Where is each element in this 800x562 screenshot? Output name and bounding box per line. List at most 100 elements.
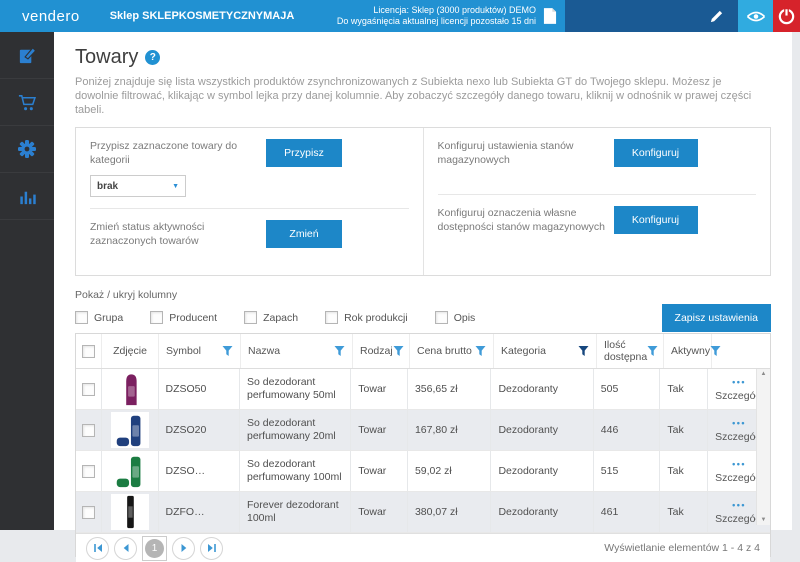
- last-page-icon: [207, 543, 217, 553]
- cell-name: So dezodorant perfumowany 50ml: [240, 369, 351, 409]
- columns-toggle-label: Pokaż / ukryj kolumny: [75, 289, 771, 301]
- row-checkbox-cell: [76, 369, 102, 409]
- assign-button[interactable]: Przypisz: [266, 139, 342, 167]
- table-scrollbar[interactable]: ▲ ▼: [756, 369, 770, 525]
- sidebar-item-products[interactable]: [0, 32, 54, 79]
- first-page-icon: [93, 543, 103, 553]
- cell-active: Tak: [660, 410, 708, 450]
- filter-funnel-icon[interactable]: [578, 345, 589, 357]
- filter-funnel-icon[interactable]: [475, 345, 486, 357]
- column-option-3: Rok produkcji: [325, 311, 408, 324]
- column-header-label: Aktywny: [671, 345, 710, 357]
- row-checkbox[interactable]: [82, 465, 95, 478]
- scroll-down-icon[interactable]: ▼: [757, 517, 770, 523]
- sidebar-item-statistics[interactable]: [0, 173, 54, 220]
- change-status-button[interactable]: Zmień: [266, 220, 342, 248]
- edit-pencil-icon[interactable]: [709, 9, 724, 24]
- row-checkbox[interactable]: [82, 383, 95, 396]
- cell-symbol: DZSO…: [159, 451, 241, 491]
- change-status-row: Zmień status aktywności zaznaczonych tow…: [90, 209, 409, 275]
- filter-funnel-icon[interactable]: [647, 345, 658, 357]
- filter-funnel-icon: [578, 345, 589, 357]
- shop-name: Sklep SKLEPKOSMETYCZNYMAJA: [110, 10, 295, 22]
- filter-funnel-icon: [393, 345, 404, 357]
- row-actions-ellipsis[interactable]: •••: [732, 499, 746, 512]
- row-actions-ellipsis[interactable]: •••: [732, 458, 746, 471]
- first-page-button[interactable]: [86, 537, 109, 560]
- row-actions-ellipsis[interactable]: •••: [732, 417, 746, 430]
- configure-stock-label: Konfiguruj ustawienia stanów magazynowyc…: [438, 139, 610, 167]
- power-icon: [777, 7, 796, 26]
- configure-stock-button[interactable]: Konfiguruj: [614, 139, 698, 167]
- previous-page-button[interactable]: [114, 537, 137, 560]
- filter-funnel-icon[interactable]: [393, 345, 404, 357]
- save-settings-button[interactable]: Zapisz ustawienia: [662, 304, 771, 332]
- current-page-button[interactable]: 1: [142, 536, 167, 561]
- product-image: [111, 494, 149, 530]
- sidebar-item-settings[interactable]: [0, 126, 54, 173]
- top-bar-middle: [565, 0, 738, 32]
- preview-shop-button[interactable]: [738, 0, 773, 32]
- column-checkbox[interactable]: [435, 311, 448, 324]
- category-select[interactable]: brak ▼: [90, 175, 186, 197]
- vendero-logo: vendero: [22, 8, 80, 25]
- cell-quantity: 505: [594, 369, 661, 409]
- column-header-label: Nazwa: [248, 345, 280, 357]
- column-checkbox[interactable]: [75, 311, 88, 324]
- row-checkbox[interactable]: [82, 424, 95, 437]
- filter-funnel-icon: [475, 345, 486, 357]
- cell-type: Towar: [351, 451, 408, 491]
- column-header-6: Ilość dostępna: [597, 334, 664, 368]
- filter-funnel-icon[interactable]: [334, 345, 345, 357]
- select-all-checkbox[interactable]: [82, 345, 95, 358]
- table-row: DZSO20So dezodorant perfumowany 20mlTowa…: [76, 410, 770, 451]
- product-image: [111, 371, 149, 407]
- cell-photo: [102, 451, 159, 491]
- pagination-bar: 1 Wyświetlanie elementów 1 - 4 z 4: [76, 533, 770, 562]
- row-actions-ellipsis[interactable]: •••: [732, 376, 746, 389]
- cell-photo: [102, 410, 159, 450]
- column-header-2: Nazwa: [241, 334, 353, 368]
- help-icon[interactable]: ?: [145, 50, 160, 65]
- sidebar-item-orders[interactable]: [0, 79, 54, 126]
- chevron-down-icon: ▼: [172, 183, 179, 190]
- cell-type: Towar: [351, 492, 408, 532]
- cell-symbol: DZFO…: [159, 492, 241, 532]
- category-select-value: brak: [97, 181, 118, 192]
- column-option-1: Producent: [150, 311, 217, 324]
- cell-category: Dezodoranty: [491, 369, 593, 409]
- table-body: DZSO50So dezodorant perfumowany 50mlTowa…: [76, 369, 770, 533]
- top-bar-left: vendero Sklep SKLEPKOSMETYCZNYMAJA Licen…: [0, 0, 565, 32]
- cell-price: 167,80 zł: [408, 410, 491, 450]
- column-checkbox[interactable]: [150, 311, 163, 324]
- actions-panel-right: Konfiguruj ustawienia stanów magazynowyc…: [424, 128, 771, 275]
- column-header-label: Zdjęcie: [113, 345, 147, 357]
- scroll-up-icon[interactable]: ▲: [757, 371, 770, 377]
- column-option-4: Opis: [435, 311, 476, 324]
- column-checkbox[interactable]: [325, 311, 338, 324]
- column-checkbox[interactable]: [244, 311, 257, 324]
- last-page-button[interactable]: [200, 537, 223, 560]
- table-row: DZFO…Forever dezodorant 100mlTowar380,07…: [76, 492, 770, 533]
- cell-quantity: 461: [594, 492, 661, 532]
- main-content: Towary ? Poniżej znajduje się lista wszy…: [54, 32, 792, 530]
- products-table: ZdjęcieSymbolNazwaRodzajCena bruttoKateg…: [75, 333, 771, 557]
- row-checkbox-cell: [76, 410, 102, 450]
- logout-button[interactable]: [773, 0, 800, 32]
- assign-category-label: Przypisz zaznaczone towary do kategorii: [90, 139, 262, 167]
- header-checkbox-cell: [76, 334, 102, 368]
- cell-price: 59,02 zł: [408, 451, 491, 491]
- filter-funnel-icon[interactable]: [222, 345, 233, 357]
- column-header-5: Kategoria: [494, 334, 597, 368]
- row-checkbox[interactable]: [82, 506, 95, 519]
- gear-icon: [17, 139, 37, 159]
- column-checkbox-label: Zapach: [263, 312, 298, 324]
- next-page-button[interactable]: [172, 537, 195, 560]
- column-checkbox-label: Rok produkcji: [344, 312, 408, 324]
- cell-active: Tak: [660, 492, 708, 532]
- cell-photo: [102, 369, 159, 409]
- row-checkbox-cell: [76, 492, 102, 532]
- configure-availability-button[interactable]: Konfiguruj: [614, 206, 698, 234]
- filter-funnel-icon: [647, 345, 658, 357]
- column-header-label: Cena brutto: [417, 345, 472, 357]
